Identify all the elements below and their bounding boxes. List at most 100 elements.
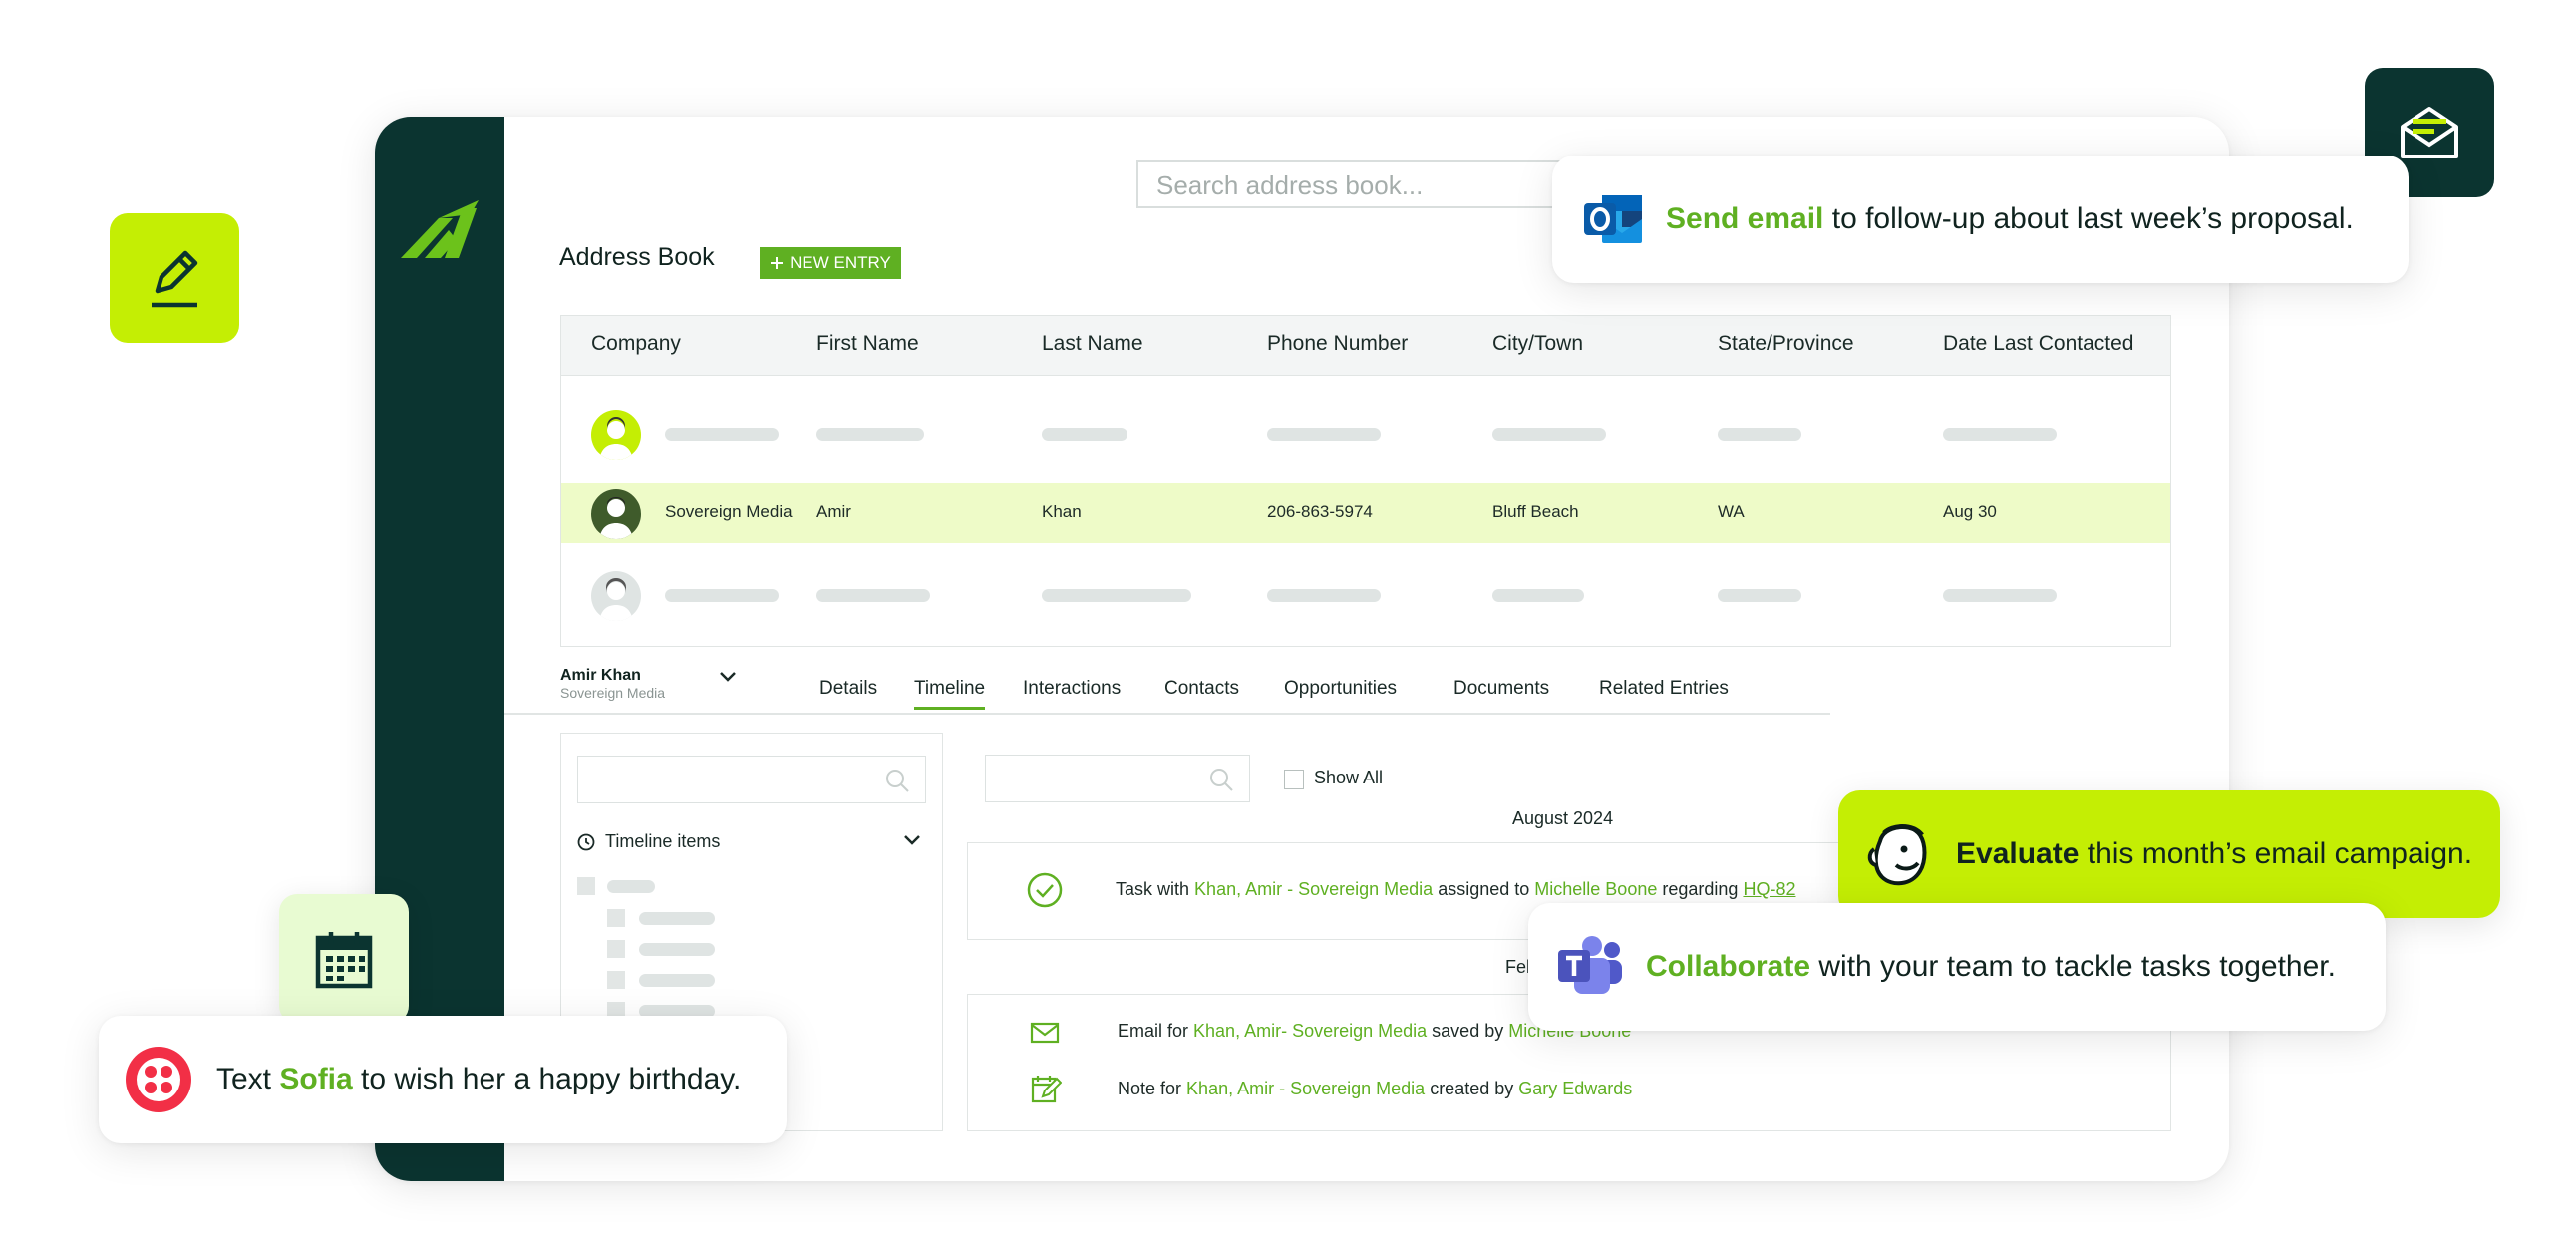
evaluate-bold: Evaluate [1956, 837, 2080, 870]
cell-company: Sovereign Media [665, 502, 793, 521]
timeline-search-input[interactable] [985, 755, 1250, 802]
cell-phone: 206-863-5974 [1267, 502, 1373, 521]
tab-contacts[interactable]: Contacts [1164, 678, 1239, 700]
send-email-text: Send email to follow-up about last week’… [1666, 202, 2354, 236]
col-first-name[interactable]: First Name [816, 332, 919, 356]
task-text: Task with Khan, Amir - Sovereign Media a… [1116, 879, 1795, 900]
evaluate-rest: this month’s email campaign. [2079, 837, 2473, 870]
placeholder [607, 880, 655, 893]
task-prefix: Task with [1116, 879, 1190, 899]
email-saved: saved by [1432, 1021, 1504, 1041]
col-date-last-contacted[interactable]: Date Last Contacted [1943, 332, 2133, 356]
text-sms-text: Text Sofia to wish her a happy birthday. [216, 1063, 741, 1096]
calendar-icon [315, 932, 373, 989]
timeline-items-label: Timeline items [605, 831, 721, 851]
text-sms-rest: to wish her a happy birthday. [352, 1063, 742, 1095]
contact-link[interactable]: Khan, Amir - Sovereign Media [1194, 879, 1433, 899]
outlook-icon [1582, 189, 1644, 249]
avatar [591, 489, 641, 539]
avatar [591, 410, 641, 460]
tree-checkbox[interactable] [607, 909, 625, 927]
mailchimp-icon [1866, 819, 1934, 889]
text-sms-bubble[interactable]: Text Sofia to wish her a happy birthday. [99, 1016, 787, 1143]
placeholder [1042, 428, 1127, 441]
col-last-name[interactable]: Last Name [1042, 332, 1143, 356]
check-circle-icon [1027, 872, 1063, 908]
show-all-checkbox[interactable] [1284, 770, 1304, 789]
collaborate-bubble[interactable]: Collaborate with your team to tackle tas… [1528, 903, 2386, 1031]
task-regarding: regarding [1662, 879, 1739, 899]
note-icon [1031, 1076, 1062, 1103]
assignee-link[interactable]: Michelle Boone [1534, 879, 1657, 899]
placeholder [1943, 428, 2057, 441]
month-header: August 2024 [1512, 808, 1614, 828]
contact-link[interactable]: Khan, Amir- Sovereign Media [1193, 1021, 1427, 1041]
tab-related-entries[interactable]: Related Entries [1599, 678, 1729, 700]
placeholder [1718, 589, 1801, 602]
timeline-items-toggle[interactable]: Timeline items [577, 831, 720, 852]
email-prefix: Email for [1118, 1021, 1189, 1041]
tree-checkbox[interactable] [577, 877, 595, 895]
profile-company: Sovereign Media [560, 685, 666, 701]
cell-date: Aug 30 [1943, 502, 1997, 521]
new-entry-button[interactable]: NEW ENTRY [760, 247, 901, 279]
tab-interactions[interactable]: Interactions [1023, 678, 1121, 700]
placeholder [665, 589, 779, 602]
tab-documents[interactable]: Documents [1453, 678, 1549, 700]
table-row[interactable] [561, 565, 2170, 625]
placeholder [1943, 589, 2057, 602]
edit-tile[interactable] [110, 213, 239, 343]
cell-first-name: Amir [816, 502, 851, 521]
cell-city: Bluff Beach [1492, 502, 1579, 521]
contact-link[interactable]: Khan, Amir - Sovereign Media [1186, 1079, 1425, 1098]
col-company[interactable]: Company [591, 332, 681, 356]
collaborate-bold: Collaborate [1646, 950, 1811, 983]
placeholder [639, 974, 715, 987]
col-state[interactable]: State/Province [1718, 332, 1854, 356]
col-city[interactable]: City/Town [1492, 332, 1583, 356]
collaborate-rest: with your team to tackle tasks together. [1810, 950, 2336, 983]
mail-icon [2401, 107, 2458, 158]
text-sms-bold: Sofia [279, 1063, 353, 1095]
evaluate-bubble[interactable]: Evaluate this month’s email campaign. [1838, 790, 2500, 918]
cell-state: WA [1718, 502, 1745, 521]
calendar-tile[interactable] [279, 894, 409, 1024]
teams-icon [1556, 936, 1624, 998]
chevron-down-icon[interactable] [902, 833, 922, 847]
table-row-selected[interactable]: Sovereign Media Amir Khan 206-863-5974 B… [561, 483, 2170, 543]
placeholder [639, 943, 715, 956]
plus-icon [771, 257, 784, 269]
cell-last-name: Khan [1042, 502, 1082, 521]
tab-details[interactable]: Details [819, 678, 877, 700]
profile-name[interactable]: Amir Khan [560, 667, 641, 685]
search-input[interactable]: Search address book... [1136, 160, 1575, 208]
chevron-down-icon[interactable] [718, 670, 738, 684]
collaborate-text: Collaborate with your team to tackle tas… [1646, 950, 2336, 984]
placeholder [816, 589, 930, 602]
evaluate-text: Evaluate this month’s email campaign. [1956, 837, 2472, 871]
mail-icon [1030, 1022, 1060, 1044]
table-row[interactable] [561, 404, 2170, 464]
pencil-icon [152, 250, 198, 308]
placeholder [1267, 589, 1381, 602]
search-icon [886, 770, 909, 792]
send-email-bold: Send email [1666, 202, 1824, 235]
tab-opportunities[interactable]: Opportunities [1284, 678, 1397, 700]
note-entry[interactable]: Note for Khan, Amir - Sovereign Media cr… [1118, 1079, 1632, 1099]
show-all-label: Show All [1314, 768, 1384, 787]
reference-link[interactable]: HQ-82 [1743, 879, 1795, 899]
clock-icon [577, 833, 595, 850]
page-title: Address Book [559, 243, 715, 271]
author-link[interactable]: Gary Edwards [1518, 1079, 1632, 1098]
placeholder [816, 428, 924, 441]
col-phone[interactable]: Phone Number [1267, 332, 1408, 356]
send-email-bubble[interactable]: Send email to follow-up about last week’… [1552, 156, 2409, 283]
logo-icon[interactable] [399, 200, 481, 258]
tree-checkbox[interactable] [607, 971, 625, 989]
avatar [591, 571, 641, 621]
tab-timeline[interactable]: Timeline [914, 678, 986, 710]
text-sms-pre: Text [216, 1063, 280, 1095]
tree-checkbox[interactable] [607, 940, 625, 958]
filter-search-input[interactable] [577, 756, 926, 803]
placeholder [639, 912, 715, 925]
